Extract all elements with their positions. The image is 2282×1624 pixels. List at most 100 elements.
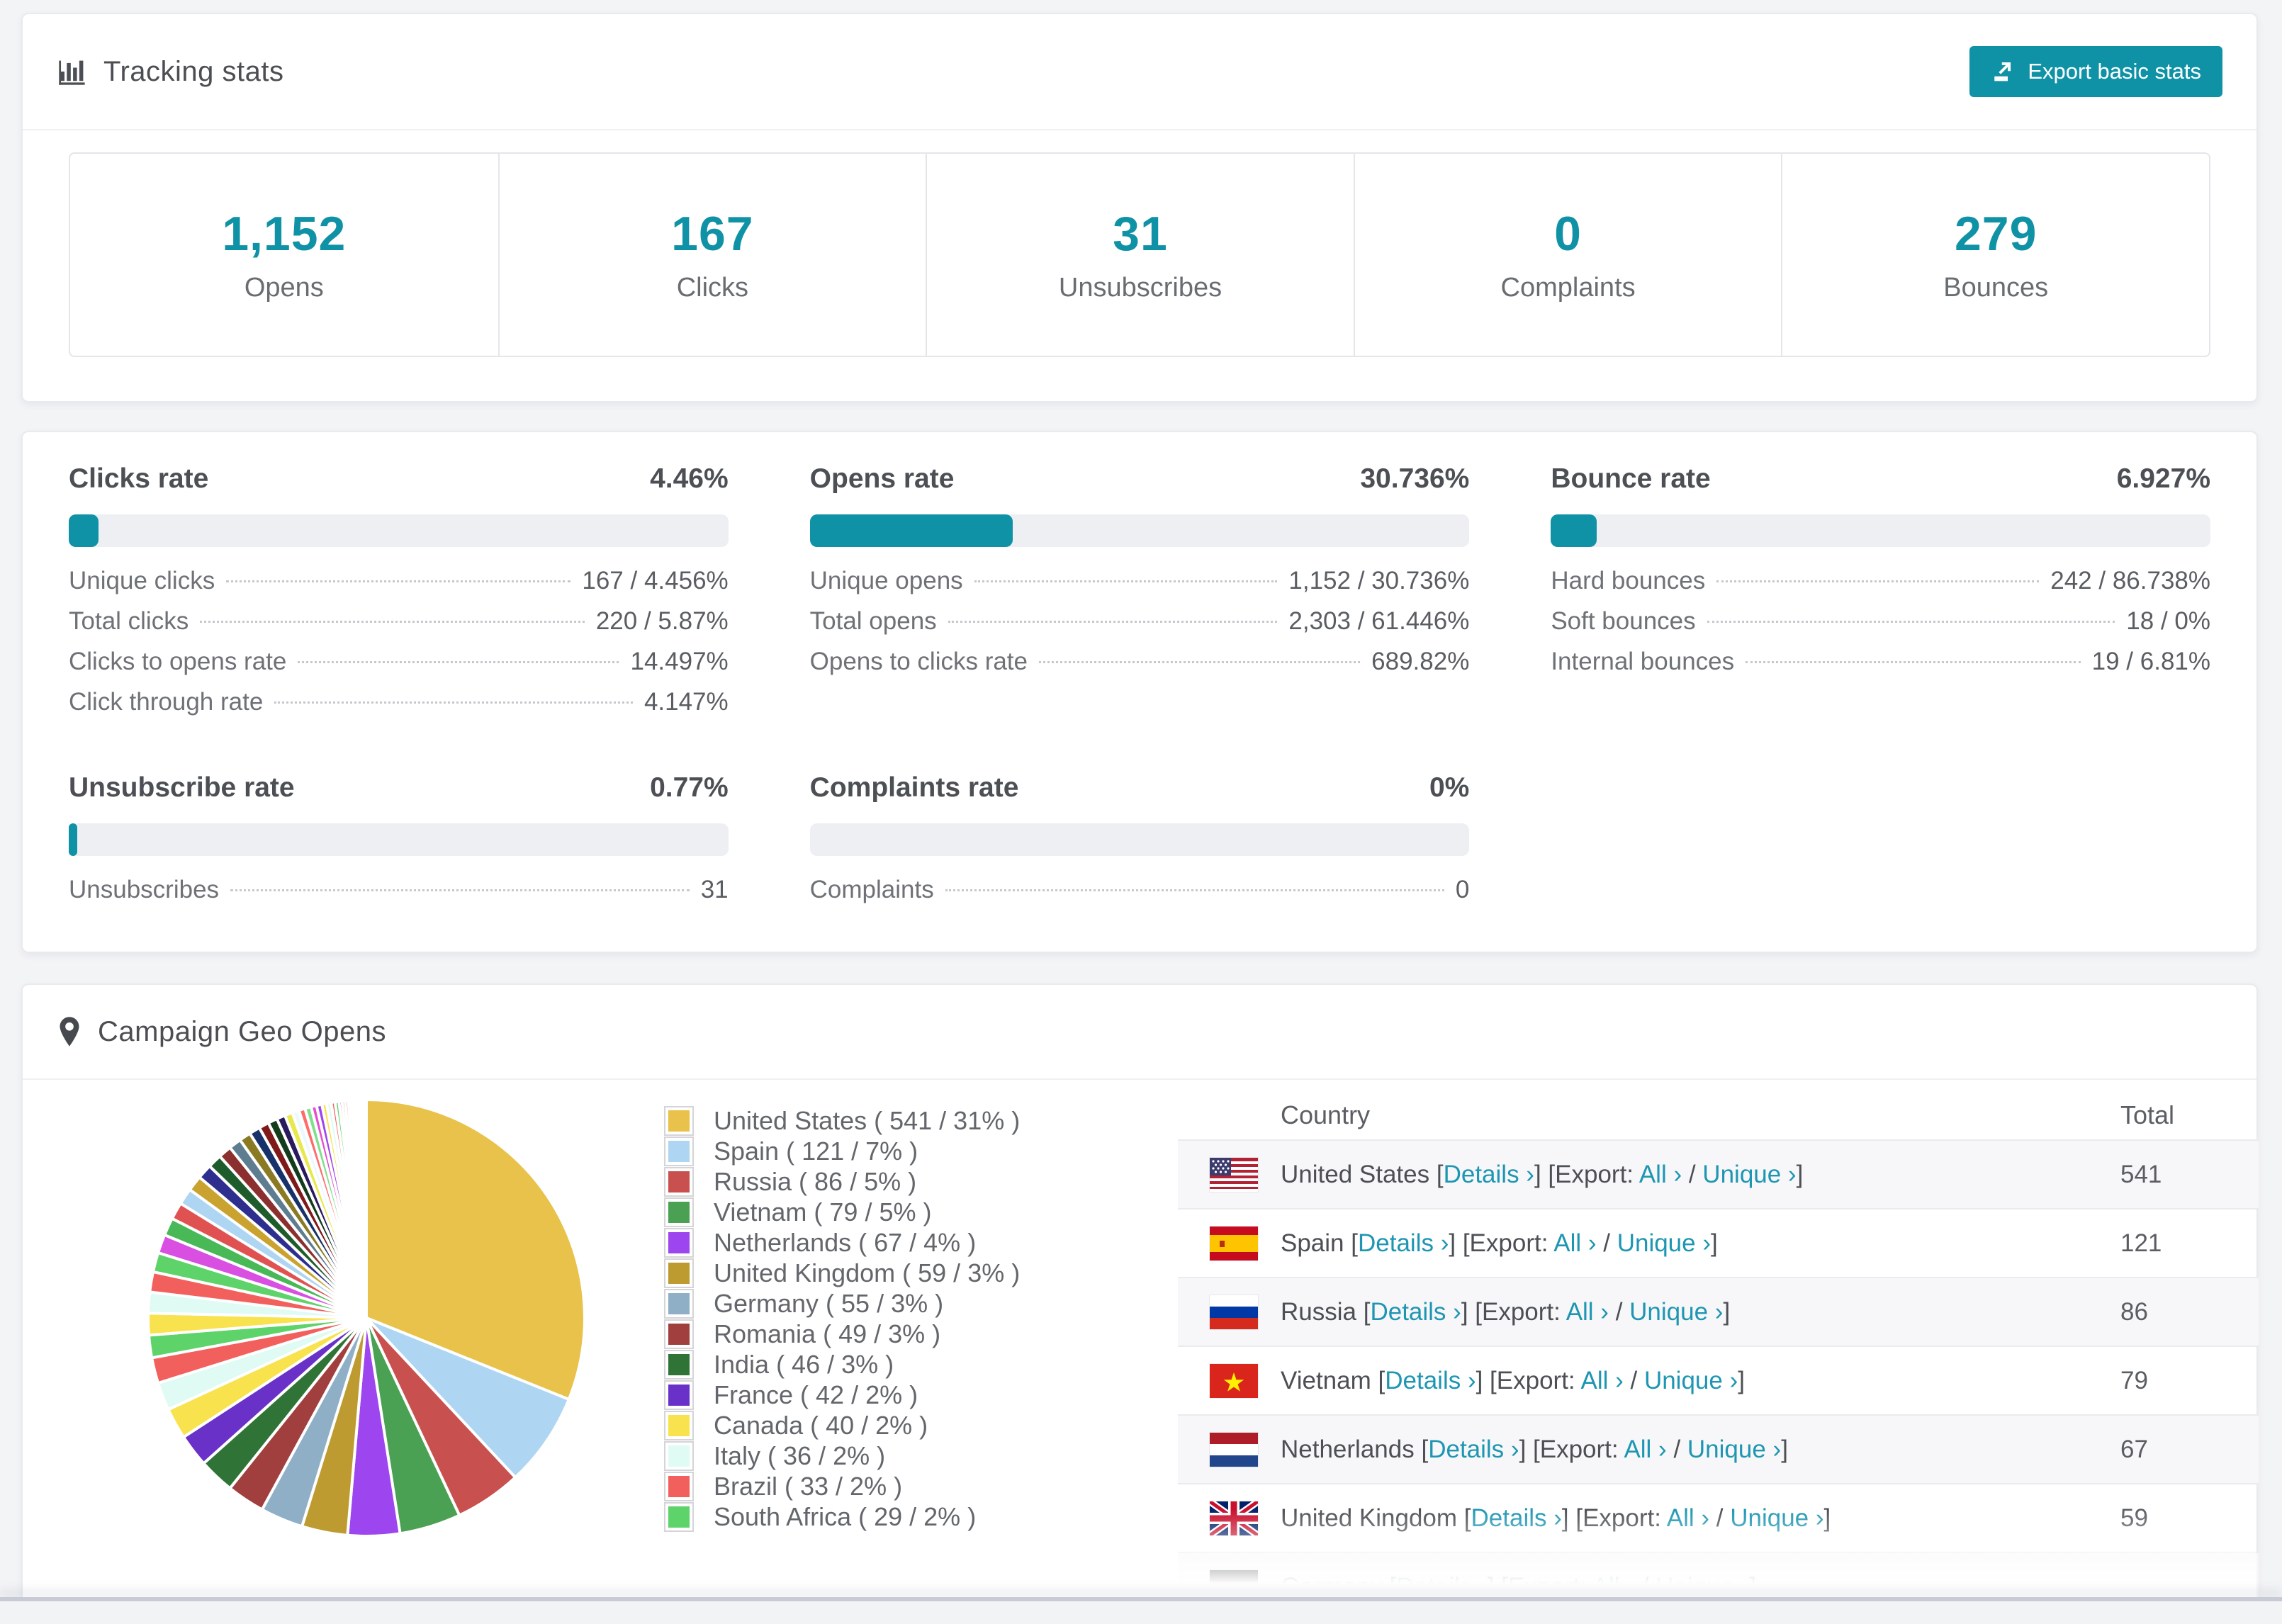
legend-swatch-icon	[664, 1197, 694, 1227]
table-row-gb: United Kingdom [Details ›] [Export: All …	[1178, 1483, 2259, 1552]
table-row-vn: Vietnam [Details ›] [Export: All › / Uni…	[1178, 1346, 2259, 1414]
summary-strip: 1,152 Opens 167 Clicks 31 Unsubscribes 0…	[69, 152, 2210, 357]
dotted-leader	[298, 661, 619, 663]
dotted-leader	[274, 701, 633, 704]
legend-swatch-icon	[664, 1258, 694, 1288]
rate-percent: 0.77%	[650, 772, 729, 803]
summary-value: 31	[1113, 207, 1168, 261]
export-all-link[interactable]: All ›	[1639, 1161, 1682, 1188]
export-unique-link[interactable]: Unique ›	[1730, 1504, 1823, 1532]
table-row-ru: Russia [Details ›] [Export: All › / Uniq…	[1178, 1277, 2259, 1346]
legend-label: India ( 46 / 3% )	[714, 1349, 894, 1379]
tracking-stats-card: Tracking stats Export basic stats 1,152 …	[21, 13, 2258, 402]
rate-percent: 0%	[1429, 772, 1470, 803]
export-basic-stats-button[interactable]: Export basic stats	[1969, 46, 2222, 97]
export-all-link[interactable]: All ›	[1667, 1504, 1709, 1532]
tracking-stats-header: Tracking stats Export basic stats	[23, 14, 2256, 130]
country-total: 79	[2120, 1366, 2148, 1394]
legend-swatch-icon	[664, 1105, 694, 1136]
export-unique-link[interactable]: Unique ›	[1687, 1436, 1781, 1463]
stat-row: Unique opens 1,152 / 30.736%	[809, 567, 1470, 594]
legend-swatch-icon	[664, 1136, 694, 1166]
legend-swatch-icon	[664, 1227, 694, 1258]
rate-title: Complaints rate	[809, 772, 1019, 803]
country-name: Vietnam	[1281, 1366, 1371, 1394]
map-pin-icon	[57, 1015, 82, 1048]
dotted-leader	[200, 621, 585, 623]
export-all-link[interactable]: All ›	[1566, 1298, 1609, 1326]
legend-item: India ( 46 / 3% )	[664, 1349, 1020, 1380]
dotted-leader	[1039, 661, 1361, 663]
export-unique-link[interactable]: Unique ›	[1656, 1573, 1749, 1601]
page-footer-strip	[0, 1601, 2282, 1624]
details-link[interactable]: Details ›	[1385, 1367, 1476, 1394]
legend-label: United Kingdom ( 59 / 3% )	[714, 1258, 1021, 1287]
details-link[interactable]: Details ›	[1471, 1504, 1562, 1532]
geo-opens-header: Campaign Geo Opens	[23, 985, 2256, 1080]
legend-item: Brazil ( 33 / 2% )	[664, 1471, 1020, 1501]
dotted-leader	[948, 621, 1278, 623]
export-unique-link[interactable]: Unique ›	[1629, 1298, 1723, 1326]
country-total: 86	[2120, 1297, 2148, 1326]
table-row-us: United States [Details ›] [Export: All ›…	[1178, 1139, 2259, 1208]
stat-row: Hard bounces 242 / 86.738%	[1551, 567, 2210, 594]
legend-item: Canada ( 40 / 2% )	[664, 1410, 1020, 1440]
rate-block-unsubscribe-rate: Unsubscribe rate 0.77% Unsubscribes 31	[69, 772, 729, 916]
tracking-stats-page: Tracking stats Export basic stats 1,152 …	[0, 0, 2282, 1624]
rate-progress-bar	[809, 823, 1470, 856]
summary-value: 167	[671, 207, 754, 261]
legend-item: Germany ( 55 / 3% )	[664, 1288, 1020, 1319]
details-link[interactable]: Details ›	[1358, 1229, 1449, 1257]
details-link[interactable]: Details ›	[1428, 1436, 1519, 1463]
details-link[interactable]: Details ›	[1370, 1298, 1461, 1326]
export-button-label: Export basic stats	[2028, 59, 2201, 84]
pie-legend: United States ( 541 / 31% ) Spain ( 121 …	[664, 1105, 1020, 1532]
summary-complaints: 0 Complaints	[1353, 154, 1782, 356]
legend-item: United States ( 541 / 31% )	[664, 1105, 1020, 1136]
export-icon	[1991, 59, 2016, 84]
legend-item: Italy ( 36 / 2% )	[664, 1440, 1020, 1471]
details-link[interactable]: Details ›	[1444, 1161, 1534, 1188]
dotted-leader	[945, 889, 1444, 891]
page-title-text: Tracking stats	[103, 55, 284, 87]
legend-swatch-icon	[664, 1501, 694, 1532]
country-cell: Netherlands [Details ›] [Export: All › /…	[1281, 1435, 1788, 1463]
summary-label: Complaints	[1500, 273, 1636, 303]
legend-item: South Africa ( 29 / 2% )	[664, 1501, 1020, 1532]
page-title: Tracking stats	[57, 56, 283, 88]
legend-label: Germany ( 55 / 3% )	[714, 1288, 944, 1318]
legend-item: Spain ( 121 / 7% )	[664, 1136, 1020, 1166]
country-cell: United Kingdom [Details ›] [Export: All …	[1281, 1504, 1831, 1532]
summary-clicks: 167 Clicks	[498, 154, 926, 356]
export-unique-link[interactable]: Unique ›	[1617, 1229, 1711, 1257]
geo-table-body: United States [Details ›] [Export: All ›…	[1178, 1139, 2259, 1620]
rates-card: Clicks rate 4.46% Unique clicks 167 / 4.…	[21, 431, 2258, 953]
bar-chart-icon	[57, 56, 88, 87]
legend-label: France ( 42 / 2% )	[714, 1380, 918, 1409]
summary-value: 279	[1954, 207, 2038, 261]
dotted-leader	[1716, 580, 2040, 582]
export-unique-link[interactable]: Unique ›	[1702, 1161, 1796, 1188]
rate-progress-fill	[69, 514, 99, 547]
export-unique-link[interactable]: Unique ›	[1644, 1367, 1738, 1394]
geo-opens-card: Campaign Geo Opens United States ( 541 /…	[21, 983, 2259, 1621]
rate-progress-fill	[809, 514, 1013, 547]
country-cell: Vietnam [Details ›] [Export: All › / Uni…	[1281, 1366, 1745, 1394]
rate-title: Unsubscribe rate	[69, 772, 295, 803]
flag-es-icon	[1210, 1226, 1258, 1261]
export-all-link[interactable]: All ›	[1553, 1229, 1596, 1257]
details-link[interactable]: Details ›	[1396, 1573, 1487, 1601]
rate-block-clicks-rate: Clicks rate 4.46% Unique clicks 167 / 4.…	[69, 463, 729, 728]
export-all-link[interactable]: All ›	[1624, 1436, 1666, 1463]
summary-label: Unsubscribes	[1058, 273, 1222, 303]
total-column-header: Total	[2120, 1100, 2175, 1129]
export-all-link[interactable]: All ›	[1592, 1573, 1635, 1601]
rate-progress-bar	[809, 514, 1470, 547]
export-all-link[interactable]: All ›	[1580, 1367, 1623, 1394]
rates-grid: Clicks rate 4.46% Unique clicks 167 / 4.…	[23, 432, 2256, 916]
geo-pie-chart	[147, 1098, 586, 1538]
legend-label: Vietnam ( 79 / 5% )	[714, 1197, 932, 1227]
dotted-leader	[226, 580, 571, 582]
stat-row: Total clicks 220 / 5.87%	[69, 607, 729, 635]
rate-progress-bar	[69, 514, 729, 547]
